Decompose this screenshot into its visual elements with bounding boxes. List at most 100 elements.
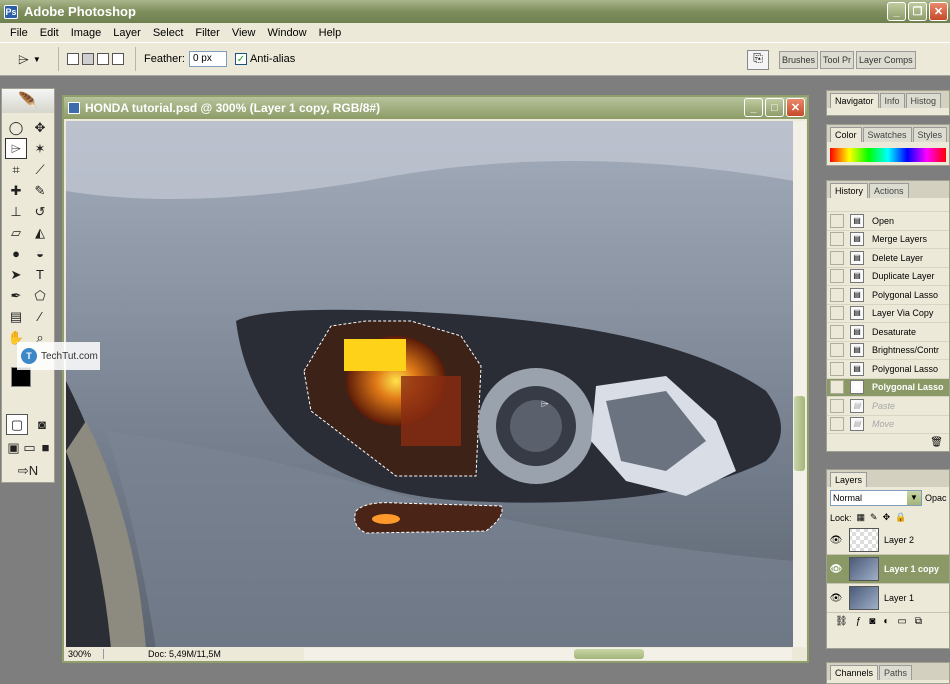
- menu-edit[interactable]: Edit: [34, 27, 65, 39]
- lock-position-icon[interactable]: ✥: [883, 512, 891, 523]
- clone-stamp-tool-icon[interactable]: ⊥: [5, 201, 27, 222]
- tab-paths[interactable]: Paths: [879, 665, 913, 680]
- tab-history[interactable]: History: [830, 183, 869, 198]
- layer-row[interactable]: 👁 Layer 2: [827, 526, 949, 555]
- history-item[interactable]: ▤ Open: [827, 212, 949, 231]
- doc-minimize-button[interactable]: _: [744, 98, 763, 117]
- well-tab-brushes[interactable]: Brushes: [779, 51, 819, 69]
- screen-mode-full-icon[interactable]: ■: [38, 437, 53, 458]
- lasso-tool-icon[interactable]: ⌲: [5, 138, 27, 159]
- new-selection-button[interactable]: [67, 53, 79, 65]
- path-selection-tool-icon[interactable]: ➤: [5, 264, 27, 285]
- marquee-tool-icon[interactable]: ◯: [5, 117, 27, 138]
- new-layer-icon[interactable]: ⧉: [915, 616, 922, 627]
- history-item[interactable]: ▤ Merge Layers: [827, 231, 949, 249]
- history-source-checkbox[interactable]: [830, 361, 844, 376]
- doc-close-button[interactable]: ✕: [786, 98, 805, 117]
- tab-histogram[interactable]: Histog: [905, 93, 942, 108]
- vertical-scrollbar[interactable]: [793, 121, 806, 649]
- eraser-tool-icon[interactable]: ▱: [5, 222, 27, 243]
- history-brush-tool-icon[interactable]: ↺: [29, 201, 51, 222]
- vertical-scroll-thumb[interactable]: [794, 396, 805, 471]
- history-source-checkbox[interactable]: [830, 287, 844, 302]
- menu-view[interactable]: View: [226, 27, 262, 39]
- document-titlebar[interactable]: HONDA tutorial.psd @ 300% (Layer 1 copy,…: [64, 97, 807, 119]
- history-source-checkbox[interactable]: [830, 380, 844, 395]
- tab-navigator[interactable]: Navigator: [830, 93, 879, 108]
- foreground-color-swatch[interactable]: [11, 367, 31, 387]
- menu-file[interactable]: File: [4, 27, 34, 39]
- history-source-checkbox[interactable]: [830, 250, 844, 265]
- type-tool-icon[interactable]: T: [29, 264, 51, 285]
- brush-tool-icon[interactable]: ✎: [29, 180, 51, 201]
- feather-logo-icon[interactable]: 🪶: [2, 89, 54, 113]
- image-canvas[interactable]: ⌲: [66, 121, 794, 649]
- blend-mode-select[interactable]: Normal ▼: [830, 490, 922, 506]
- intersect-selection-button[interactable]: [112, 53, 124, 65]
- history-source-checkbox[interactable]: [830, 306, 844, 321]
- horizontal-scrollbar[interactable]: [304, 648, 792, 660]
- color-ramp[interactable]: [830, 148, 946, 162]
- menu-select[interactable]: Select: [147, 27, 190, 39]
- eye-icon[interactable]: 👁: [827, 535, 845, 546]
- antialias-checkbox[interactable]: ✓: [234, 53, 247, 65]
- tab-swatches[interactable]: Swatches: [862, 127, 912, 142]
- delete-state-icon[interactable]: 🗑: [930, 437, 943, 448]
- zoom-level[interactable]: 300%: [64, 649, 104, 659]
- screen-mode-standard-icon[interactable]: ▣: [6, 437, 21, 458]
- subtract-selection-button[interactable]: [97, 53, 109, 65]
- menu-window[interactable]: Window: [262, 27, 313, 39]
- dodge-tool-icon[interactable]: ◒: [29, 243, 51, 264]
- menu-help[interactable]: Help: [313, 27, 348, 39]
- layer-style-icon[interactable]: ƒ: [856, 616, 862, 627]
- quick-mask-mode-icon[interactable]: ◙: [31, 414, 53, 435]
- standard-mode-icon[interactable]: ▢: [6, 414, 28, 435]
- pen-tool-icon[interactable]: ✒: [5, 285, 27, 306]
- lock-transparency-icon[interactable]: ▦: [857, 512, 866, 523]
- menu-image[interactable]: Image: [65, 27, 108, 39]
- blur-tool-icon[interactable]: ●: [5, 243, 27, 264]
- tab-info[interactable]: Info: [879, 93, 905, 108]
- shape-tool-icon[interactable]: ⬠: [29, 285, 51, 306]
- adjustment-layer-icon[interactable]: ◐: [883, 616, 889, 627]
- doc-maximize-button[interactable]: □: [765, 98, 784, 117]
- paint-bucket-tool-icon[interactable]: ◭: [29, 222, 51, 243]
- history-item[interactable]: ▤ Delete Layer: [827, 249, 949, 268]
- file-browser-icon[interactable]: ⎘: [747, 50, 769, 70]
- layer-row[interactable]: 👁 Layer 1 copy: [827, 555, 949, 584]
- history-item[interactable]: ▤ Polygonal Lasso: [827, 286, 949, 305]
- crop-tool-icon[interactable]: ⌗: [5, 159, 27, 180]
- doc-size-info[interactable]: Doc: 5,49M/11,5M: [104, 649, 254, 659]
- healing-brush-tool-icon[interactable]: ✚: [5, 180, 27, 201]
- well-tab-tool-presets[interactable]: Tool Pr: [820, 51, 855, 69]
- magic-wand-tool-icon[interactable]: ✶: [29, 138, 51, 159]
- history-source-checkbox[interactable]: [830, 213, 844, 228]
- layer-row[interactable]: 👁 Layer 1: [827, 584, 949, 613]
- history-source-checkbox[interactable]: [830, 324, 844, 339]
- menu-filter[interactable]: Filter: [189, 27, 225, 39]
- history-source-checkbox[interactable]: [830, 417, 844, 432]
- tab-channels[interactable]: Channels: [830, 665, 879, 680]
- history-snapshot-row[interactable]: [827, 198, 949, 212]
- history-item[interactable]: ▤ Layer Via Copy: [827, 305, 949, 323]
- lock-pixels-icon[interactable]: ✎: [870, 512, 878, 523]
- horizontal-scroll-thumb[interactable]: [574, 649, 644, 659]
- history-source-checkbox[interactable]: [830, 343, 844, 358]
- move-tool-icon[interactable]: ✥: [29, 117, 51, 138]
- tab-styles[interactable]: Styles: [912, 127, 948, 142]
- new-group-icon[interactable]: ▭: [897, 616, 906, 627]
- history-item[interactable]: ▤ Duplicate Layer: [827, 268, 949, 286]
- lock-all-icon[interactable]: 🔒: [895, 512, 906, 523]
- tab-color[interactable]: Color: [830, 127, 862, 142]
- jump-to-imageready-icon[interactable]: ⇨N: [6, 460, 50, 481]
- layer-mask-icon[interactable]: ◙: [869, 616, 875, 627]
- feather-input[interactable]: 0 px: [188, 51, 227, 67]
- add-selection-button[interactable]: [82, 53, 94, 65]
- history-item[interactable]: ▤ Paste: [827, 397, 949, 416]
- history-item[interactable]: ▤ Polygonal Lasso: [827, 378, 949, 397]
- history-source-checkbox[interactable]: [830, 232, 844, 247]
- screen-mode-full-menu-icon[interactable]: ▭: [22, 437, 37, 458]
- history-source-checkbox[interactable]: [830, 398, 844, 413]
- link-layers-icon[interactable]: ⛓: [835, 616, 848, 627]
- history-item[interactable]: ▤ Brightness/Contr: [827, 342, 949, 360]
